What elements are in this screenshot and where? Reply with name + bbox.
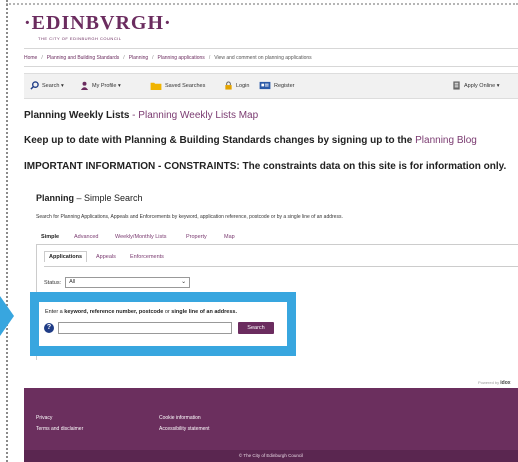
breadcrumb-current: View and comment on planning application… <box>214 55 312 61</box>
planning-blog-link[interactable]: Planning Blog <box>415 135 477 146</box>
breadcrumb-divider <box>24 66 518 67</box>
chevron-down-icon: ⌄ <box>181 279 187 285</box>
status-select[interactable]: All ⌄ <box>65 277 191 288</box>
search-tabs: Simple Advanced Weekly/Monthly Lists Pro… <box>36 231 518 245</box>
saved-searches-link[interactable]: Saved Searches <box>150 81 205 90</box>
weekly-lists-heading: Planning Weekly Lists - Planning Weekly … <box>24 110 259 121</box>
footer: Privacy Terms and disclaimer Cookie info… <box>24 388 518 450</box>
subtab-enforcements[interactable]: Enforcements <box>130 254 164 260</box>
search-input[interactable] <box>58 322 232 334</box>
status-filter: Status: All ⌄ <box>44 277 191 288</box>
important-information-heading: IMPORTANT INFORMATION - CONSTRAINTS: The… <box>24 161 507 172</box>
document-icon <box>453 81 460 90</box>
search-menu[interactable]: Search ▾ <box>30 81 64 90</box>
search-heading: Planning – Simple Search <box>36 193 143 203</box>
status-select-value: All <box>69 279 76 285</box>
search-instruction: Enter a keyword, reference number, postc… <box>45 309 237 315</box>
register-link[interactable]: Register <box>259 81 294 90</box>
tab-property[interactable]: Property <box>186 234 207 240</box>
register-label: Register <box>274 82 295 89</box>
council-logo[interactable]: ·EDINBVRGH· THE CITY OF EDINBURGH COUNCI… <box>24 12 172 41</box>
breadcrumb-planning-applications[interactable]: Planning applications <box>158 55 205 61</box>
tab-simple[interactable]: Simple <box>41 234 59 240</box>
breadcrumb-planning-building[interactable]: Planning and Building Standards <box>47 55 120 61</box>
tab-weekly-monthly-lists[interactable]: Weekly/Monthly Lists <box>115 234 167 240</box>
register-icon <box>259 81 271 90</box>
footer-privacy-link[interactable]: Privacy <box>36 415 52 421</box>
breadcrumb: Home / Planning and Building Standards / Pla… <box>24 55 312 61</box>
tab-advanced[interactable]: Advanced <box>74 234 98 240</box>
search-heading-sub: Simple Search <box>84 193 143 203</box>
user-icon <box>80 81 89 90</box>
search-icon <box>30 81 39 90</box>
apply-online-menu[interactable]: Apply Online ▾ <box>452 81 499 90</box>
subtab-appeals[interactable]: Appeals <box>96 254 116 260</box>
footer-cookie-link[interactable]: Cookie information <box>159 415 201 421</box>
weekly-lists-map-link[interactable]: Planning Weekly Lists Map <box>138 110 258 121</box>
my-profile-label: My Profile ▾ <box>92 82 121 89</box>
logo-text: ·EDINBVRGH· <box>24 12 172 34</box>
screenshot-border-top <box>6 3 518 5</box>
tab-map[interactable]: Map <box>224 234 235 240</box>
saved-searches-label: Saved Searches <box>165 82 206 89</box>
my-profile-menu[interactable]: My Profile ▾ <box>80 81 121 90</box>
footer-bottom-bar: © The City of Edinburgh Council <box>24 450 518 462</box>
footer-copyright: © The City of Edinburgh Council <box>238 453 304 458</box>
search-description: Search for Planning Applications, Appeal… <box>36 214 343 220</box>
keep-up-to-date-heading: Keep up to date with Planning & Building… <box>24 135 477 146</box>
logo-subtitle: THE CITY OF EDINBURGH COUNCIL <box>38 36 122 41</box>
breadcrumb-home[interactable]: Home <box>24 55 37 61</box>
toolbar: Search ▾ My Profile ▾ Saved Searches Log… <box>24 73 518 99</box>
apply-online-label: Apply Online ▾ <box>464 82 500 89</box>
folder-icon <box>150 82 162 90</box>
breadcrumb-planning[interactable]: Planning <box>129 55 148 61</box>
powered-by: Powered by idox <box>478 380 511 386</box>
footer-accessibility-link[interactable]: Accessibility statement <box>159 426 210 432</box>
subtabs-divider <box>44 266 518 267</box>
login-label: Login <box>236 82 250 89</box>
help-icon[interactable]: ? <box>44 323 54 333</box>
login-link[interactable]: Login <box>224 81 249 90</box>
weekly-lists-title: Planning Weekly Lists <box>24 110 130 121</box>
subtab-applications[interactable]: Applications <box>44 251 88 262</box>
lock-icon <box>225 81 232 90</box>
keep-up-text: Keep up to date with Planning & Building… <box>24 135 416 146</box>
search-button[interactable]: Search <box>238 322 274 334</box>
screenshot-border-left <box>6 0 8 462</box>
search-heading-main: Planning <box>36 193 74 203</box>
status-label: Status: <box>44 279 62 286</box>
footer-terms-link[interactable]: Terms and disclaimer <box>36 426 83 432</box>
idox-logo: idox <box>500 380 511 386</box>
header-divider <box>24 48 518 49</box>
search-menu-label: Search ▾ <box>42 82 64 89</box>
